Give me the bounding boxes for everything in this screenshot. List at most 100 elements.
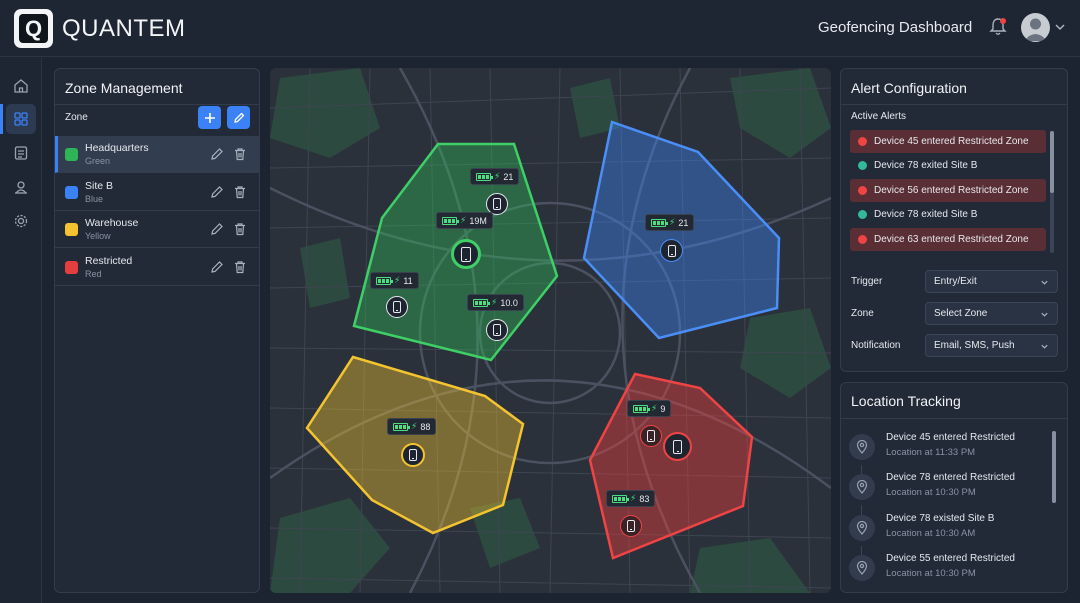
nav-reports[interactable] <box>6 138 36 168</box>
alerts-scrollbar-thumb[interactable] <box>1050 131 1054 193</box>
tracking-item[interactable]: Device 78 entered Restricted Location at… <box>849 470 1049 506</box>
phone-icon <box>493 324 501 336</box>
avatar[interactable] <box>1021 13 1050 42</box>
tracking-item[interactable]: Device 45 entered Restricted Location at… <box>849 430 1049 466</box>
geofence-map[interactable]: ⚡ 21 ⚡ 19M ⚡ 11 ⚡ 10.0 ⚡ 21 ⚡ 88 ⚡ 9 ⚡ 83 <box>270 68 831 593</box>
phone-icon <box>673 439 682 454</box>
chevron-down-icon <box>1041 280 1048 285</box>
app-logo[interactable]: Q <box>14 9 53 48</box>
trigger-label: Trigger <box>851 276 883 287</box>
device-label: 88 <box>420 421 431 432</box>
zone-row-restricted[interactable]: Restricted Red <box>55 249 259 286</box>
map-pin-icon <box>849 434 875 460</box>
alert-panel-title: Alert Configuration <box>851 80 967 96</box>
device-marker[interactable] <box>640 425 662 447</box>
side-nav <box>0 58 42 603</box>
alert-danger-icon <box>858 186 867 195</box>
zone-color-name: Green <box>85 156 111 166</box>
device-badge: ⚡ 83 <box>606 490 656 507</box>
alert-item[interactable]: Device 63 entered Restricted Zone <box>850 228 1046 251</box>
bolt-icon: ⚡ <box>669 217 676 227</box>
bolt-icon: ⚡ <box>460 215 467 225</box>
divider <box>841 418 1067 419</box>
device-marker[interactable] <box>663 432 692 461</box>
edit-zones-button[interactable] <box>227 106 250 129</box>
alert-item[interactable]: Device 78 exited Site B <box>850 203 1046 226</box>
user-avatar-icon <box>1024 18 1047 41</box>
pencil-icon[interactable] <box>210 260 224 274</box>
active-alerts-list[interactable]: Device 45 entered Restricted Zone Device… <box>850 130 1046 252</box>
tracking-scrollbar-thumb[interactable] <box>1052 431 1056 503</box>
device-label: 11 <box>403 275 413 286</box>
alert-text: Device 45 entered Restricted Zone <box>874 136 1029 147</box>
map-canvas[interactable] <box>270 68 831 593</box>
device-marker[interactable] <box>660 239 683 262</box>
notification-value: Email, SMS, Push <box>934 340 1015 351</box>
bolt-icon: ⚡ <box>394 275 401 285</box>
battery-icon <box>473 298 490 307</box>
alert-item[interactable]: Device 56 entered Restricted Zone <box>850 179 1046 202</box>
zone-value: Select Zone <box>934 308 988 319</box>
tracking-title: Device 55 entered Restricted <box>886 553 1015 564</box>
notification-select[interactable]: Email, SMS, Push <box>925 334 1058 357</box>
device-marker[interactable] <box>401 443 425 467</box>
device-marker[interactable] <box>386 296 408 318</box>
tracking-title: Device 78 existed Site B <box>886 513 995 524</box>
nav-settings[interactable] <box>6 206 36 236</box>
device-marker[interactable] <box>620 515 642 537</box>
tracking-item[interactable]: Device 78 existed Site B Location at 10:… <box>849 511 1049 547</box>
device-marker[interactable] <box>451 239 481 269</box>
zone-management-panel: Zone Management Zone Headquarters Green … <box>54 68 260 593</box>
zone-name: Warehouse <box>85 217 139 229</box>
add-zone-button[interactable] <box>198 106 221 129</box>
chevron-down-icon <box>1041 312 1048 317</box>
trash-icon[interactable] <box>233 185 247 199</box>
grid-icon <box>14 112 28 126</box>
zone-row-site-b[interactable]: Site B Blue <box>55 174 259 211</box>
chevron-down-icon[interactable] <box>1054 21 1066 33</box>
nav-users[interactable] <box>6 172 36 202</box>
home-icon <box>14 79 28 93</box>
battery-icon <box>393 422 410 431</box>
zone-color-swatch <box>65 186 78 199</box>
zone-color-swatch <box>65 223 78 236</box>
alert-item[interactable]: Device 45 entered Restricted Zone <box>850 130 1046 153</box>
bolt-icon: ⚡ <box>411 421 418 431</box>
battery-icon <box>633 404 650 413</box>
device-badge: ⚡ 9 <box>627 400 672 417</box>
zone-row-warehouse[interactable]: Warehouse Yellow <box>55 211 259 248</box>
tracking-item[interactable]: Device 55 entered Restricted Location at… <box>849 551 1049 587</box>
zone-name: Restricted <box>85 255 133 267</box>
alert-info-icon <box>858 161 867 170</box>
bell-icon[interactable] <box>988 17 1008 37</box>
nav-home[interactable] <box>6 71 36 101</box>
battery-icon <box>612 494 629 503</box>
pencil-icon[interactable] <box>210 147 224 161</box>
zone-column-label: Zone <box>65 112 88 123</box>
phone-icon <box>493 198 501 210</box>
device-marker[interactable] <box>486 319 508 341</box>
user-pin-icon <box>15 181 27 194</box>
trash-icon[interactable] <box>233 260 247 274</box>
battery-icon <box>376 276 393 285</box>
trash-icon[interactable] <box>233 147 247 161</box>
pencil-icon[interactable] <box>210 185 224 199</box>
alert-configuration-panel: Alert Configuration Active Alerts Device… <box>840 68 1068 372</box>
zone-panel-title: Zone Management <box>65 80 183 96</box>
pencil-icon[interactable] <box>210 222 224 236</box>
trash-icon[interactable] <box>233 222 247 236</box>
device-badge: ⚡ 10.0 <box>467 294 524 311</box>
alert-item[interactable]: Device 78 exited Site B <box>850 154 1046 177</box>
alert-text: Device 78 exited Site B <box>874 160 978 171</box>
map-pin-icon <box>849 474 875 500</box>
device-label: 21 <box>678 217 689 228</box>
trigger-select[interactable]: Entry/Exit <box>925 270 1058 293</box>
phone-icon <box>393 301 401 313</box>
nav-dashboard[interactable] <box>6 104 36 134</box>
location-tracking-panel: Location Tracking Device 45 entered Rest… <box>840 382 1068 593</box>
alert-info-icon <box>858 210 867 219</box>
zone-select[interactable]: Select Zone <box>925 302 1058 325</box>
chevron-down-icon <box>1041 344 1048 349</box>
zone-row-headquarters[interactable]: Headquarters Green <box>55 136 259 173</box>
bolt-icon: ⚡ <box>651 403 658 413</box>
